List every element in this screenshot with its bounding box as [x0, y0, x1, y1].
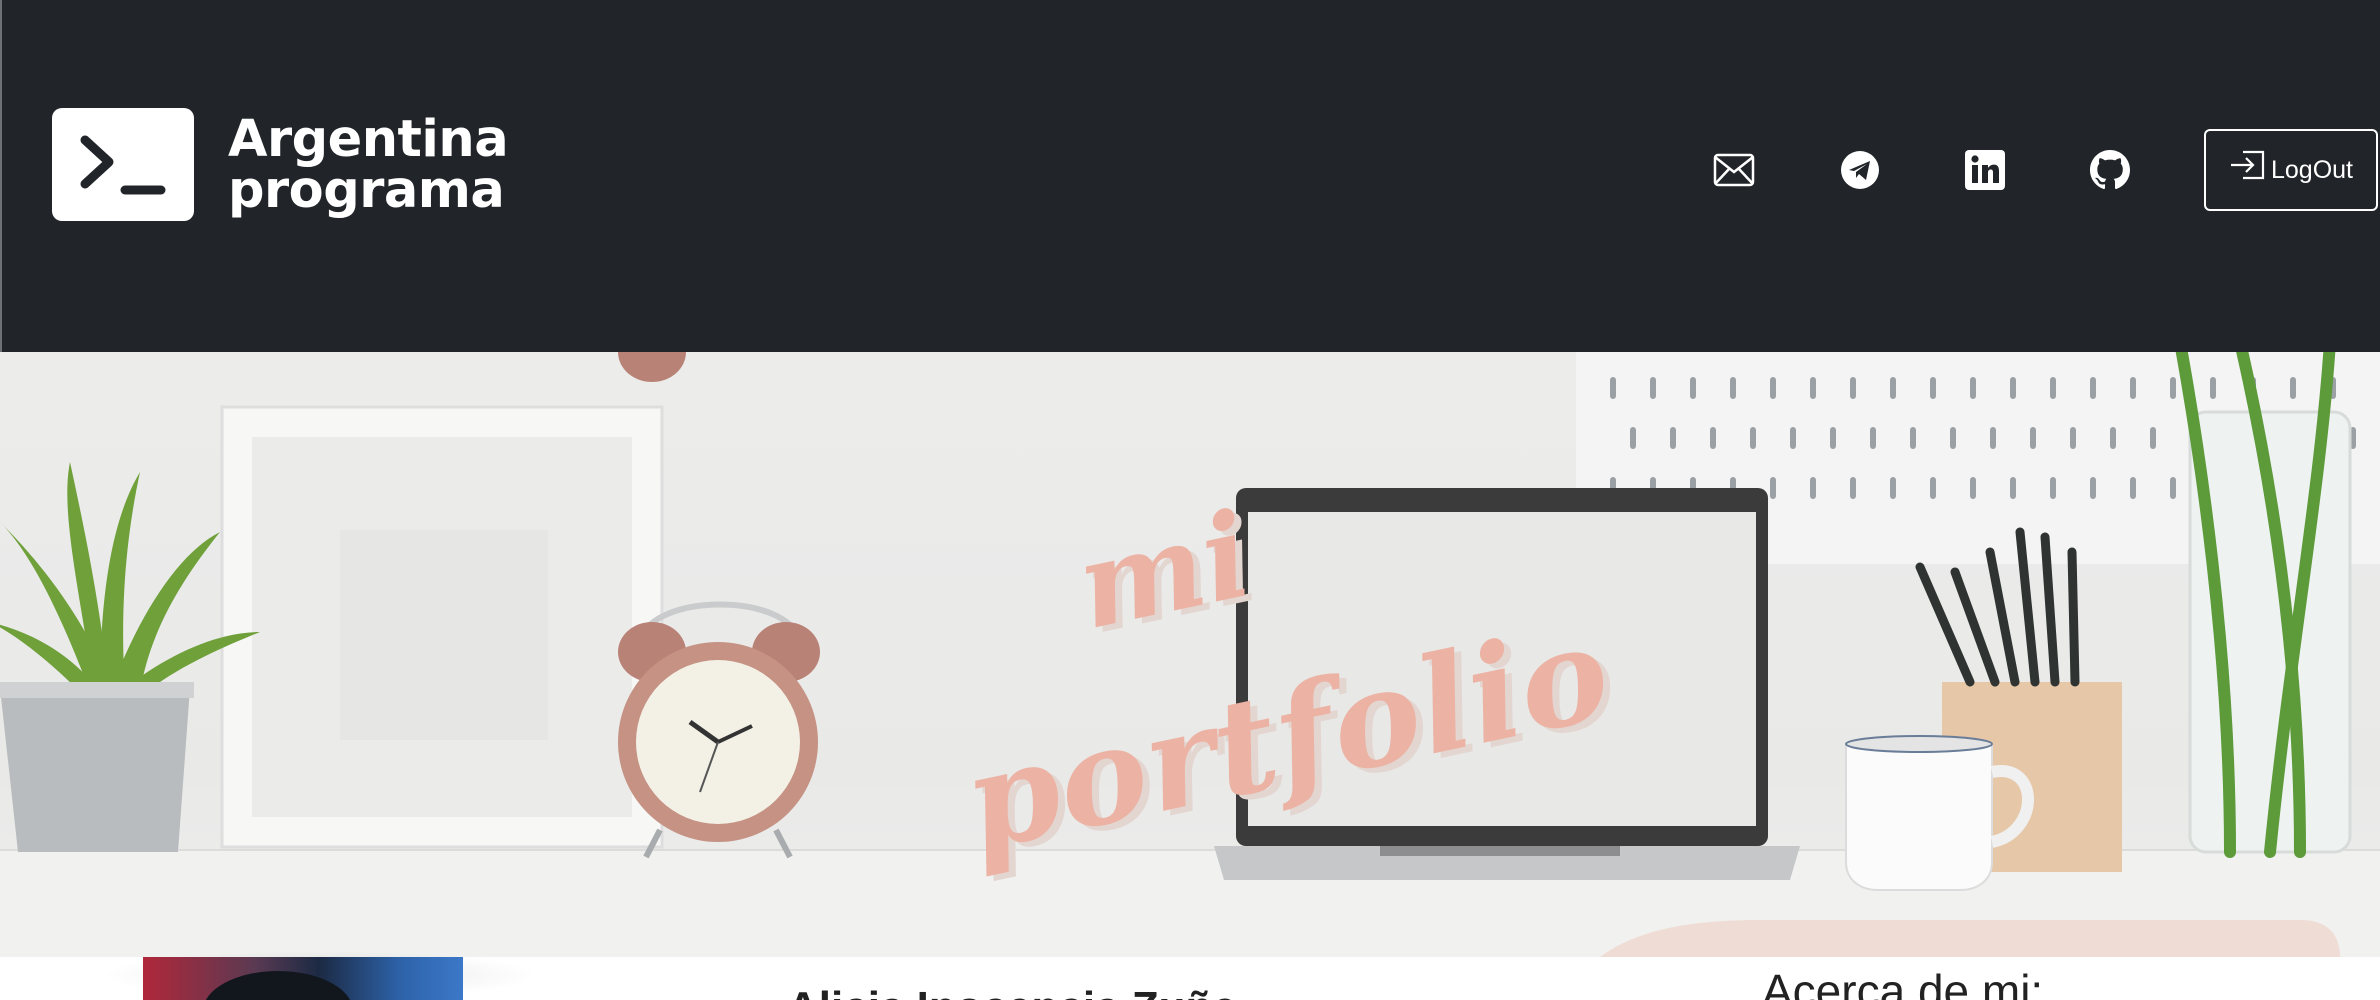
- github-icon: [2090, 150, 2130, 190]
- desk-illustration: [0, 352, 2380, 957]
- brand-line-1: Argentina: [228, 109, 509, 169]
- linkedin-link[interactable]: [1963, 148, 2007, 192]
- email-link[interactable]: [1712, 148, 1756, 192]
- github-link[interactable]: [2088, 148, 2132, 192]
- brand-line-2: programa: [228, 160, 505, 220]
- telegram-link[interactable]: [1838, 148, 1882, 192]
- logout-label: LogOut: [2270, 155, 2353, 184]
- about-title: Acerca de mi:: [1762, 965, 2044, 1000]
- login-icon: [2230, 150, 2265, 180]
- brand-name: Argentina programa: [228, 109, 509, 220]
- linkedin-icon: [1965, 150, 2005, 190]
- telegram-icon: [1841, 151, 1879, 189]
- top-navbar: Argentina programa LogOut: [0, 0, 2380, 352]
- profile-name: Alicia Inocencia Zuñe: [787, 986, 1237, 1000]
- terminal-logo-icon: [52, 108, 194, 221]
- hero-banner: mi portfolio: [0, 352, 2380, 957]
- email-icon: [1713, 153, 1755, 187]
- profile-photo: [143, 957, 463, 1000]
- brand-link[interactable]: Argentina programa: [52, 108, 509, 221]
- logout-button[interactable]: LogOut: [2204, 129, 2378, 211]
